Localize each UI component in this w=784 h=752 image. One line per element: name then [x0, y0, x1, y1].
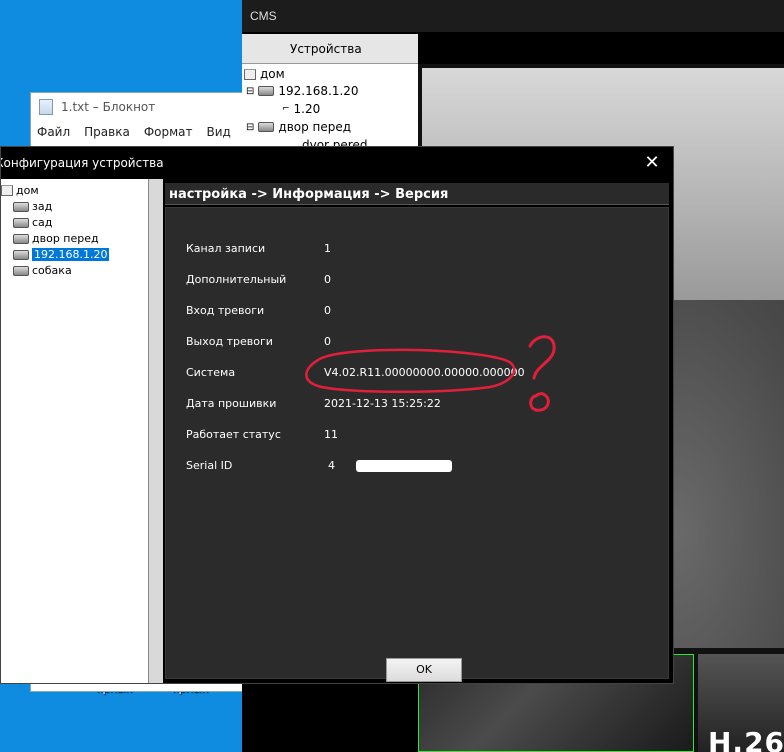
info-table: Канал записи 1 Дополнительный 0 Вход тре…	[165, 207, 669, 682]
info-label: Система	[186, 366, 236, 379]
tree-item-device[interactable]: ⊟ 192.168.1.20	[246, 84, 359, 98]
info-label: Выход тревоги	[186, 335, 273, 348]
collapse-icon: ⊟	[246, 121, 255, 133]
tree-item-sobaka[interactable]: собака	[13, 263, 72, 278]
tree-item-zad[interactable]: зад	[13, 199, 52, 214]
menu-view[interactable]: Вид	[207, 125, 231, 139]
home-icon	[1, 185, 13, 196]
tree-label: 192.168.1.20	[278, 84, 359, 98]
info-value: 2021-12-13 15:25:22	[324, 397, 441, 410]
config-device-tree: дом зад сад двор перед 192.168.1.20 соба…	[1, 179, 149, 683]
tree-label: сад	[32, 216, 53, 229]
ok-button[interactable]: OK	[386, 658, 462, 682]
info-row-status: Работает статус 11	[186, 428, 656, 444]
dvr-icon	[13, 249, 29, 260]
dialog-title: Конфигурация устройства	[1, 156, 164, 170]
info-label: Вход тревоги	[186, 304, 265, 317]
notepad-menubar: Файл Правка Формат Вид Сп	[31, 121, 261, 143]
collapse-icon: ⊟	[246, 85, 255, 97]
close-button[interactable]: ✕	[643, 153, 661, 171]
dvr-icon	[13, 217, 29, 228]
menu-edit[interactable]: Правка	[84, 125, 130, 139]
info-value: 0	[324, 304, 331, 317]
version-panel: настройка -> Информация -> Версия Канал …	[163, 181, 671, 682]
info-label: Дата прошивки	[186, 397, 277, 410]
dvr-icon	[13, 201, 29, 212]
camera-icon: ⌐	[282, 104, 290, 114]
info-value: 1	[324, 242, 331, 255]
info-label: Канал записи	[186, 242, 266, 255]
tree-item-root[interactable]: дом	[244, 67, 285, 81]
cms-device-tree: дом ⊟ 192.168.1.20 ⌐ 1.20 ⊟ двор перед d…	[242, 64, 418, 154]
dvr-icon	[258, 122, 275, 132]
info-row-alarm-in: Вход тревоги 0	[186, 304, 656, 320]
info-row-firmware-date: Дата прошивки 2021-12-13 15:25:22	[186, 397, 656, 413]
info-value: V4.02.R11.00000000.00000.000000	[324, 366, 525, 379]
notepad-titlebar[interactable]: 1.txt – Блокнот	[31, 93, 249, 121]
dvr-icon	[258, 86, 275, 96]
home-icon	[244, 68, 256, 80]
tree-label: дом	[16, 184, 39, 197]
info-label: Дополнительный	[186, 273, 287, 286]
info-row-record-channels: Канал записи 1	[186, 242, 656, 258]
info-value: 0	[324, 335, 331, 348]
tree-label: дом	[260, 67, 285, 81]
notepad-icon	[39, 99, 53, 115]
osd-codec-label: H.26	[708, 726, 784, 752]
menu-file[interactable]: Файл	[37, 125, 70, 139]
dvr-icon	[13, 233, 29, 244]
info-value: 4	[328, 459, 335, 472]
redaction-mark	[356, 460, 452, 472]
tree-item-root[interactable]: дом	[1, 183, 39, 198]
breadcrumb: настройка -> Информация -> Версия	[165, 183, 669, 205]
dvr-icon	[13, 265, 29, 276]
tree-label: собака	[32, 264, 72, 277]
info-value: 0	[324, 273, 331, 286]
dialog-titlebar[interactable]: Конфигурация устройства	[1, 147, 673, 177]
info-value: 11	[324, 428, 338, 441]
device-config-dialog: Конфигурация устройства ✕ дом зад сад дв…	[0, 146, 674, 684]
tree-label: зад	[32, 200, 53, 213]
devices-tab[interactable]: Устройства	[242, 34, 418, 64]
info-label: Serial ID	[186, 459, 233, 472]
info-row-alarm-out: Выход тревоги 0	[186, 335, 656, 351]
tree-item-group[interactable]: ⊟ двор перед	[246, 120, 351, 134]
cms-titlebar[interactable]: CMS	[242, 0, 784, 32]
tree-item-192-168-1-20[interactable]: 192.168.1.20	[13, 247, 110, 262]
menu-format[interactable]: Формат	[144, 125, 193, 139]
info-row-extra: Дополнительный 0	[186, 273, 656, 289]
notepad-title: 1.txt – Блокнот	[61, 100, 156, 114]
tree-item-dvor-pered[interactable]: двор перед	[13, 231, 99, 246]
tree-label: двор перед	[32, 232, 99, 245]
tree-item-sad[interactable]: сад	[13, 215, 52, 230]
tree-label: 1.20	[293, 102, 321, 116]
tree-label: двор перед	[278, 120, 352, 134]
info-row-system: Система V4.02.R11.00000000.00000.000000	[186, 366, 656, 382]
tree-scrollbar[interactable]	[149, 179, 163, 683]
tree-item-channel[interactable]: ⌐ 1.20	[282, 102, 320, 116]
info-row-serial: Serial ID 4	[186, 459, 656, 475]
info-label: Работает статус	[186, 428, 281, 441]
tree-label-selected: 192.168.1.20	[32, 248, 110, 261]
